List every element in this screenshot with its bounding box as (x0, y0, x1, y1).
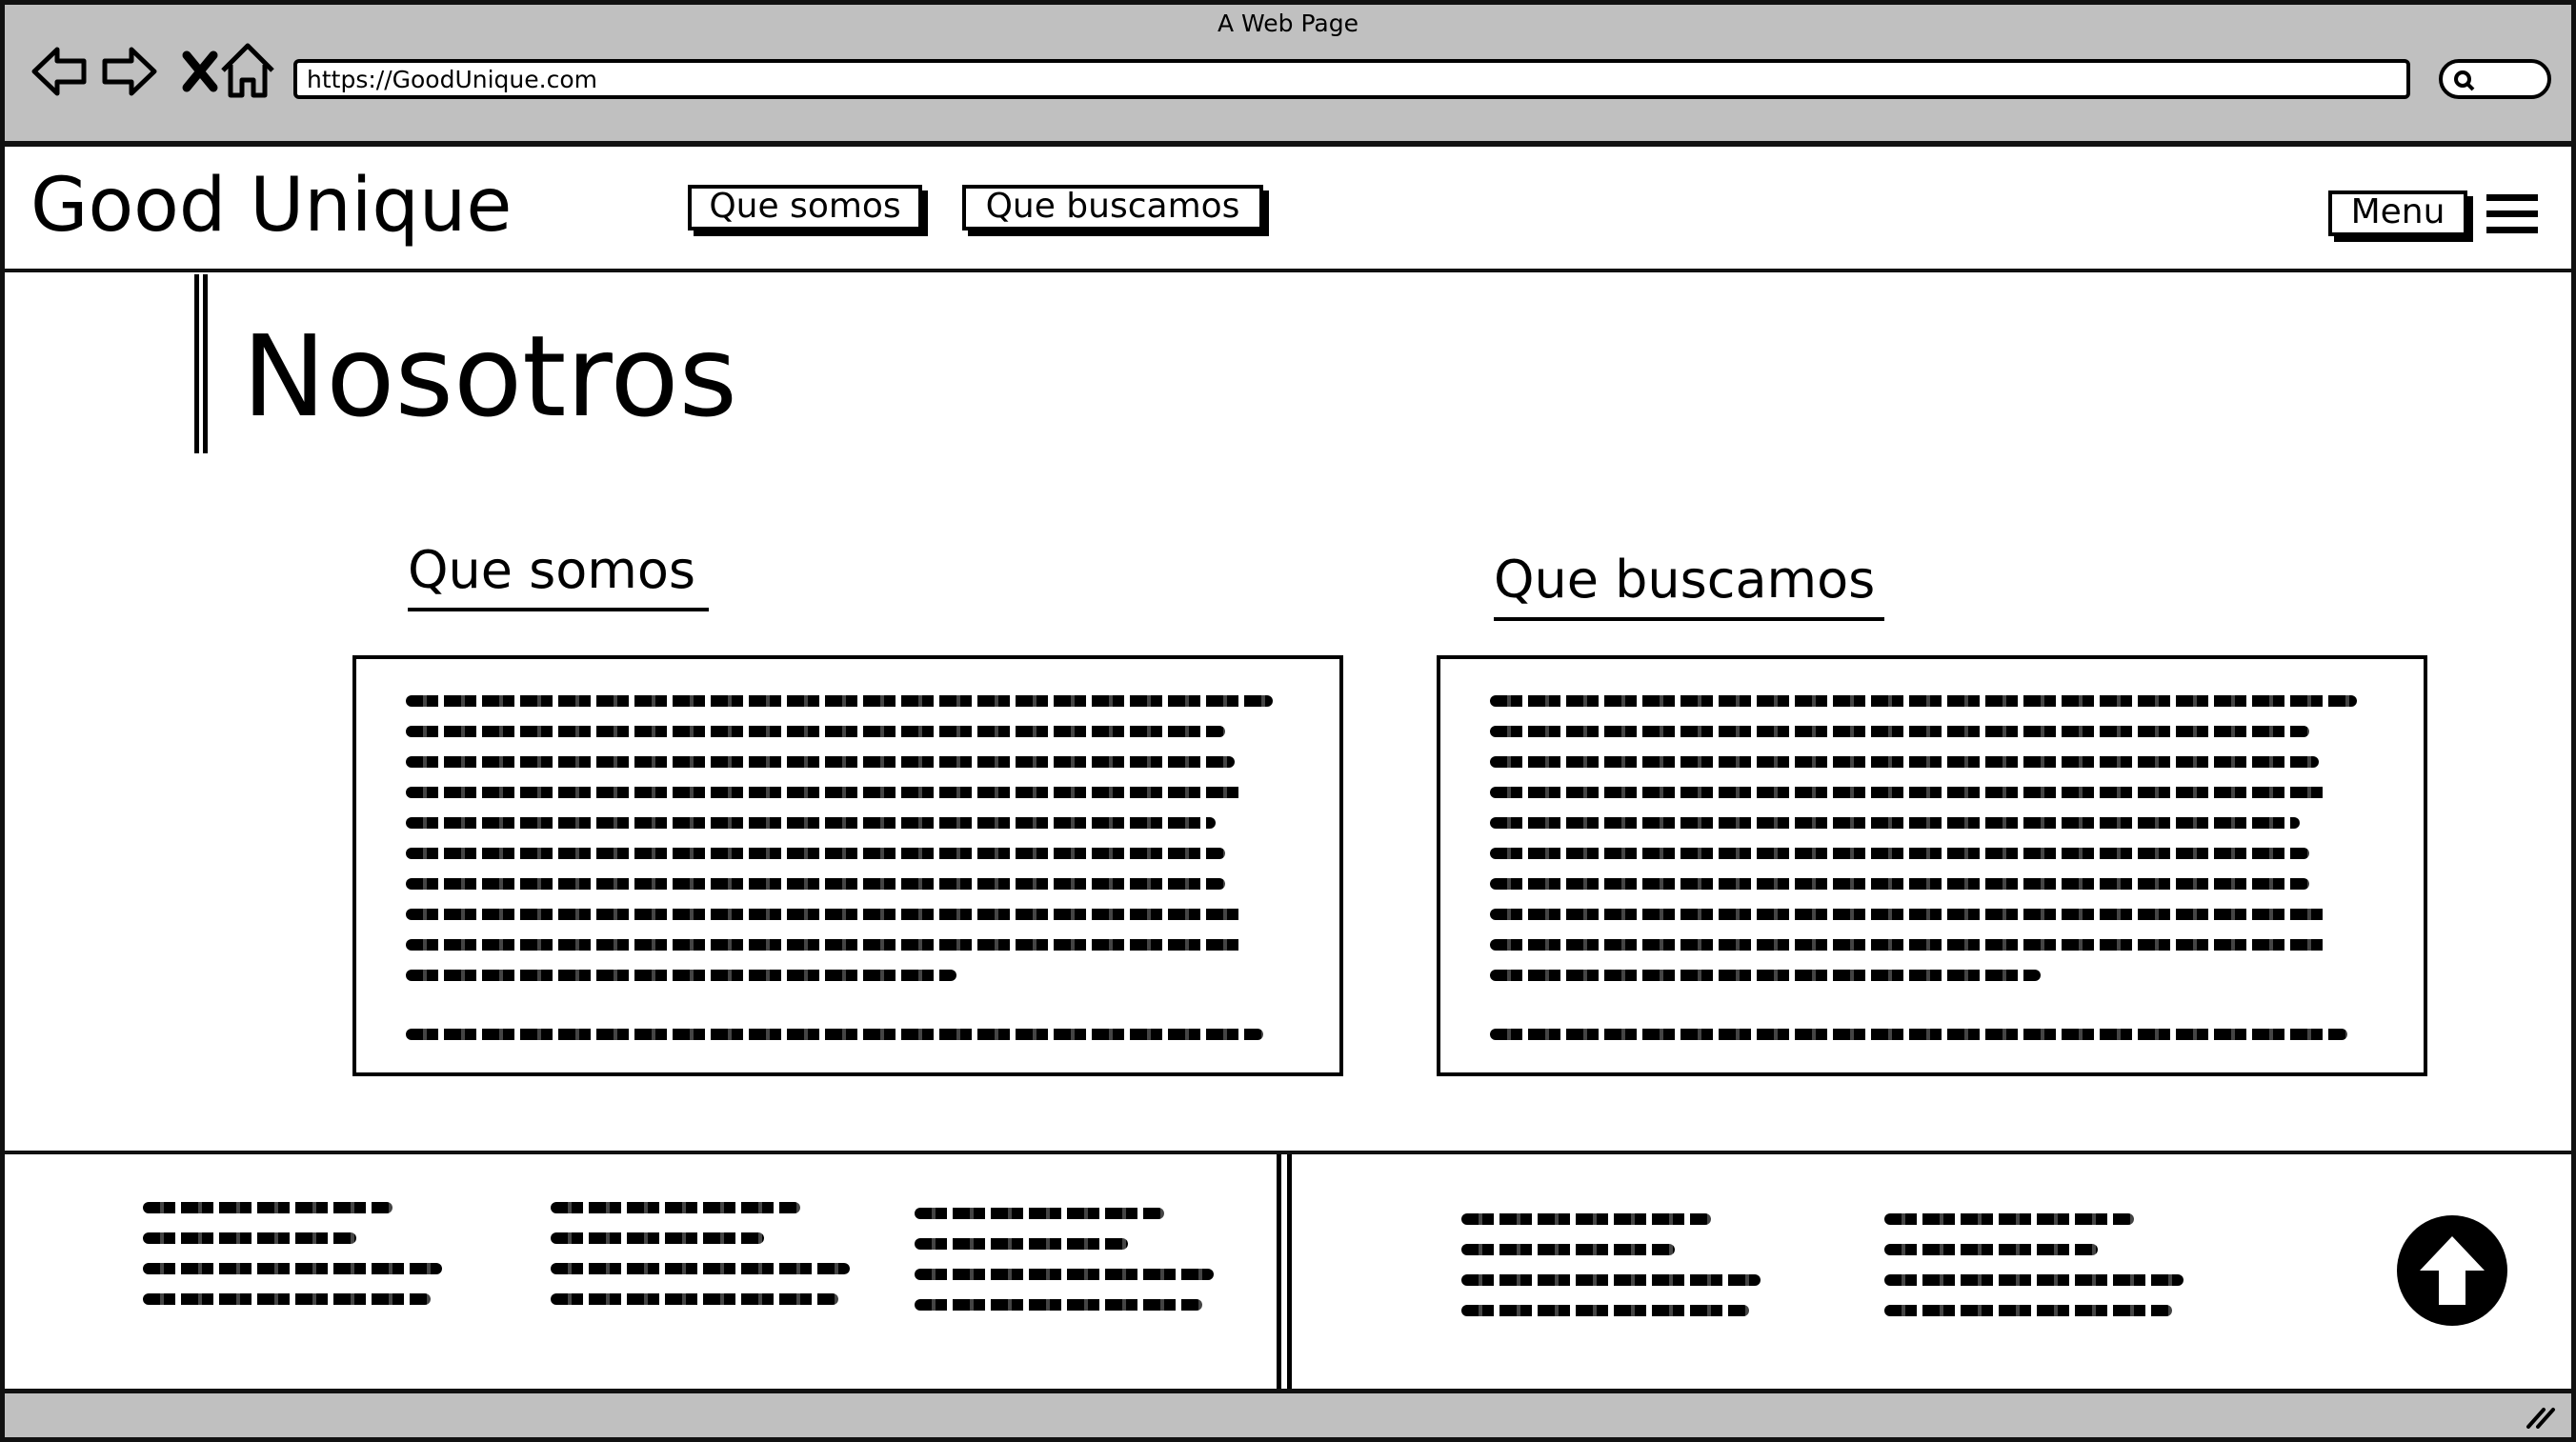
arrow-up-icon (2420, 1236, 2485, 1305)
placeholder-text-line (406, 1029, 1263, 1040)
placeholder-text-line (1490, 695, 2357, 707)
title-accent-bar (194, 274, 208, 453)
que-somos-text-box (352, 655, 1343, 1076)
scroll-to-top-button[interactable] (2397, 1215, 2507, 1326)
placeholder-text-line (1490, 848, 2309, 859)
placeholder-text-line (1884, 1305, 2172, 1316)
placeholder-text-line (406, 695, 1273, 707)
footer-column-4 (1461, 1213, 1766, 1328)
nav-que-somos-button[interactable]: Que somos (688, 185, 922, 230)
placeholder-text-line (406, 909, 1244, 920)
placeholder-text-line (1884, 1244, 2098, 1255)
que-buscamos-text-box (1437, 655, 2427, 1076)
placeholder-text-line (406, 726, 1225, 737)
hamburger-icon[interactable] (2485, 190, 2540, 238)
placeholder-text-line (551, 1232, 764, 1244)
search-icon (2454, 70, 2475, 91)
placeholder-text-line (406, 787, 1244, 798)
search-field[interactable] (2439, 59, 2551, 99)
placeholder-text-line (1490, 726, 2309, 737)
menu-button[interactable]: Menu (2328, 190, 2467, 236)
placeholder-text-line (1490, 1029, 2347, 1040)
footer-column-3 (915, 1208, 1219, 1322)
placeholder-text-line (143, 1263, 442, 1274)
nav-que-buscamos-button[interactable]: Que buscamos (962, 185, 1263, 230)
placeholder-text-line (551, 1263, 850, 1274)
section-underline (1494, 617, 1884, 621)
placeholder-text-line (915, 1238, 1128, 1250)
placeholder-text-line (1461, 1274, 1761, 1286)
placeholder-text-line (1490, 756, 2319, 768)
section-heading-que-somos: Que somos (408, 540, 696, 600)
placeholder-text-line (143, 1202, 392, 1213)
placeholder-text-line (551, 1293, 838, 1305)
home-icon[interactable] (215, 38, 282, 105)
placeholder-text-line (143, 1293, 431, 1305)
footer-column-5 (1884, 1213, 2189, 1328)
placeholder-text-line (1490, 939, 2328, 951)
placeholder-text-line (1490, 878, 2309, 890)
placeholder-text-line (1461, 1244, 1675, 1255)
footer-column-1 (143, 1202, 448, 1316)
site-logo[interactable]: Good Unique (30, 160, 512, 251)
placeholder-text-line (1461, 1213, 1711, 1225)
forward-arrow-icon[interactable] (95, 38, 162, 105)
page-title: Nosotros (242, 310, 737, 442)
resize-grip-icon[interactable] (2525, 1404, 2557, 1429)
footer-divider (1277, 1154, 1292, 1389)
placeholder-text-line (406, 970, 956, 981)
placeholder-text-line (1461, 1305, 1749, 1316)
browser-status-bar (0, 1389, 2576, 1442)
placeholder-text-line (1884, 1274, 2184, 1286)
address-bar[interactable]: https://GoodUnique.com (293, 59, 2410, 99)
placeholder-text-line (915, 1299, 1202, 1311)
placeholder-text-line (915, 1269, 1214, 1280)
placeholder-text-line (406, 939, 1244, 951)
placeholder-text-line (406, 756, 1235, 768)
placeholder-text-line (1490, 970, 2041, 981)
placeholder-text-line (1490, 787, 2328, 798)
placeholder-text-line (406, 878, 1225, 890)
section-underline (408, 608, 709, 611)
back-arrow-icon[interactable] (27, 38, 93, 105)
placeholder-text-line (1490, 909, 2328, 920)
section-heading-que-buscamos: Que buscamos (1494, 550, 1876, 610)
footer-column-2 (551, 1202, 855, 1316)
placeholder-text-line (406, 817, 1216, 829)
placeholder-text-line (915, 1208, 1164, 1219)
window-title: A Web Page (1217, 10, 1359, 37)
placeholder-text-line (551, 1202, 800, 1213)
placeholder-text-line (406, 848, 1225, 859)
placeholder-text-line (143, 1232, 356, 1244)
placeholder-text-line (1884, 1213, 2134, 1225)
placeholder-text-line (1490, 817, 2300, 829)
